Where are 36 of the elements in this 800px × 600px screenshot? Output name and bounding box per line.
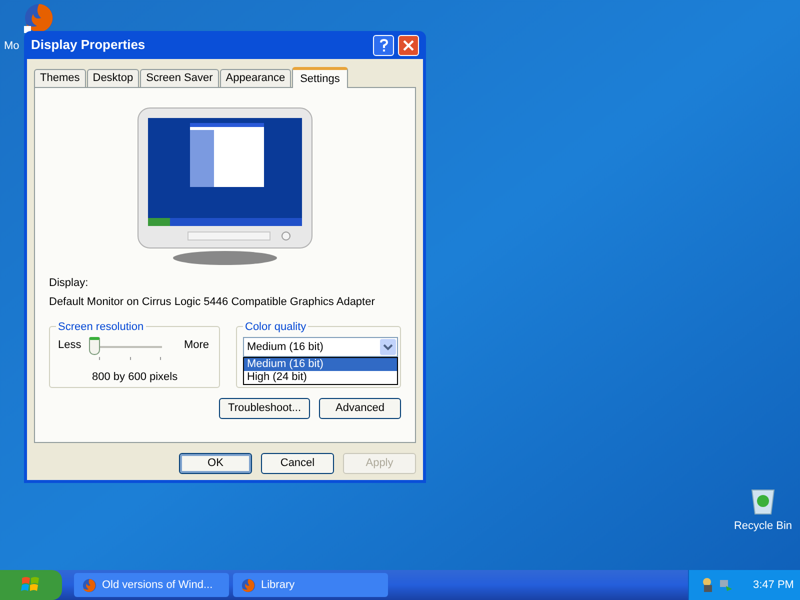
dropdown-option[interactable]: Medium (16 bit) [244, 358, 397, 371]
dialog-button[interactable]: OK [179, 453, 252, 474]
close-icon [403, 40, 414, 50]
desktop-icon-label: Mo [4, 39, 20, 54]
browser-icon[interactable] [23, 2, 55, 34]
dialog-button[interactable]: Troubleshoot... [219, 398, 310, 419]
help-button[interactable] [373, 34, 394, 56]
dropdown-option[interactable]: High (24 bit) [244, 371, 397, 384]
windows-flag-icon [21, 576, 41, 594]
question-mark-icon [380, 38, 388, 52]
browser-icon [82, 578, 97, 592]
window-title: Display Properties [31, 36, 146, 54]
tab[interactable]: Themes [34, 69, 86, 87]
display-value: Default Monitor on Cirrus Logic 5446 Compatible Graphics Adapter [49, 294, 376, 310]
dialog-button[interactable]: Cancel [261, 453, 334, 474]
dropdown-value: Medium (16 bit) [246, 340, 324, 355]
dialog-button[interactable]: Advanced [319, 398, 401, 419]
tray-icon[interactable] [701, 577, 715, 593]
taskbar-button[interactable]: Library [233, 573, 388, 597]
group-legend: Color quality [243, 319, 308, 336]
browser-icon [241, 578, 256, 592]
slider-max-label: More [184, 338, 209, 353]
close-button[interactable] [398, 34, 419, 56]
tab[interactable]: Desktop [86, 69, 140, 87]
slider-thumb[interactable] [89, 337, 100, 355]
tab[interactable]: Screen Saver [140, 69, 219, 87]
desktop-icon-label: Recycle Bin [734, 519, 792, 534]
resolution-value: 800 by 600 pixels [92, 370, 178, 385]
clock: 3:47 PM [753, 578, 794, 593]
display-label: Display: [49, 276, 90, 291]
color-quality-dropdown[interactable]: Medium (16 bit) [243, 337, 398, 357]
tab[interactable]: Appearance [220, 69, 292, 87]
taskbar-button[interactable]: Old versions of Wind... [74, 573, 229, 597]
tab[interactable]: Settings [292, 67, 348, 88]
start-button[interactable] [0, 570, 62, 600]
slider-min-label: Less [58, 338, 82, 353]
